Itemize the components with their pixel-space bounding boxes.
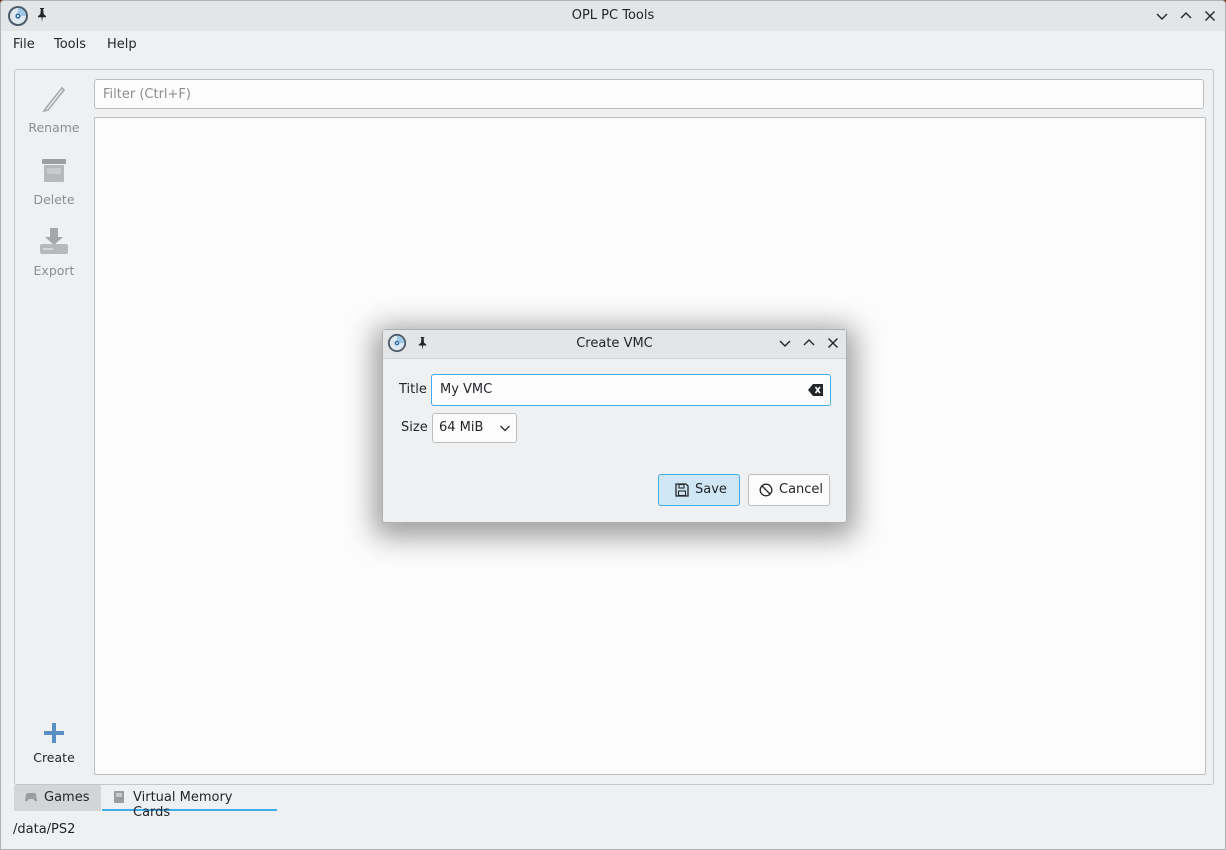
chevron-up-icon [1180, 12, 1192, 19]
plus-icon [44, 723, 64, 743]
export-button[interactable]: Export [15, 225, 93, 278]
rename-label: Rename [28, 120, 80, 135]
dialog-title-bar: Create VMC [383, 330, 846, 359]
tab-vmc-label: Virtual Memory Cards [133, 790, 233, 820]
tab-games-label: Games [44, 790, 90, 805]
tab-virtual-memory-cards[interactable]: Virtual Memory Cards [102, 785, 277, 820]
create-vmc-dialog: Create VMC Title My VMC Size 64 MiB Save… [382, 329, 847, 523]
window-title: OPL PC Tools [571, 8, 655, 23]
delete-label: Delete [33, 192, 75, 207]
chevron-down-icon [779, 340, 791, 347]
gamepad-icon [25, 793, 37, 802]
menu-file[interactable]: File [13, 37, 35, 52]
create-label: Create [33, 750, 75, 765]
status-path: /data/PS2 [13, 822, 76, 837]
main-window: OPL PC Tools File Tools Help Rename Dele… [0, 0, 1226, 850]
memory-card-icon [114, 791, 124, 803]
save-label: Save [695, 482, 727, 497]
export-label: Export [33, 263, 75, 278]
size-select[interactable]: 64 MiB [432, 413, 517, 443]
menu-help[interactable]: Help [107, 37, 137, 52]
chevron-down-icon [500, 425, 510, 432]
cancel-button[interactable]: Cancel [748, 474, 830, 506]
title-input-value: My VMC [440, 382, 493, 397]
delete-button[interactable]: Delete [15, 154, 93, 207]
dialog-minimize-button[interactable] [777, 335, 793, 351]
menu-tools[interactable]: Tools [54, 37, 86, 52]
title-bar: OPL PC Tools [1, 1, 1225, 31]
clear-text-icon[interactable] [808, 383, 824, 397]
dialog-maximize-button[interactable] [801, 335, 817, 351]
dialog-close-button[interactable] [825, 335, 841, 351]
close-icon [828, 338, 838, 348]
close-button[interactable] [1202, 8, 1218, 24]
export-drive-icon [40, 228, 68, 254]
maximize-button[interactable] [1178, 8, 1194, 24]
close-icon [1205, 11, 1215, 21]
cancel-label: Cancel [779, 482, 824, 497]
minimize-button[interactable] [1154, 8, 1170, 24]
filter-input[interactable]: Filter (Ctrl+F) [94, 79, 1204, 109]
chevron-down-icon [1156, 13, 1168, 20]
floppy-save-icon [675, 483, 689, 497]
rename-button[interactable]: Rename [15, 82, 93, 135]
pencil-icon [42, 86, 66, 113]
cancel-icon [759, 483, 773, 497]
save-button[interactable]: Save [658, 474, 740, 506]
size-select-value: 64 MiB [439, 420, 484, 435]
menu-bar: File Tools Help [1, 31, 1225, 59]
size-label: Size [401, 420, 428, 435]
trash-icon [42, 159, 66, 182]
create-button[interactable]: Create [15, 722, 93, 765]
title-input[interactable]: My VMC [431, 374, 831, 406]
tab-games[interactable]: Games [14, 785, 101, 811]
chevron-up-icon [803, 339, 815, 346]
title-label: Title [399, 382, 427, 397]
